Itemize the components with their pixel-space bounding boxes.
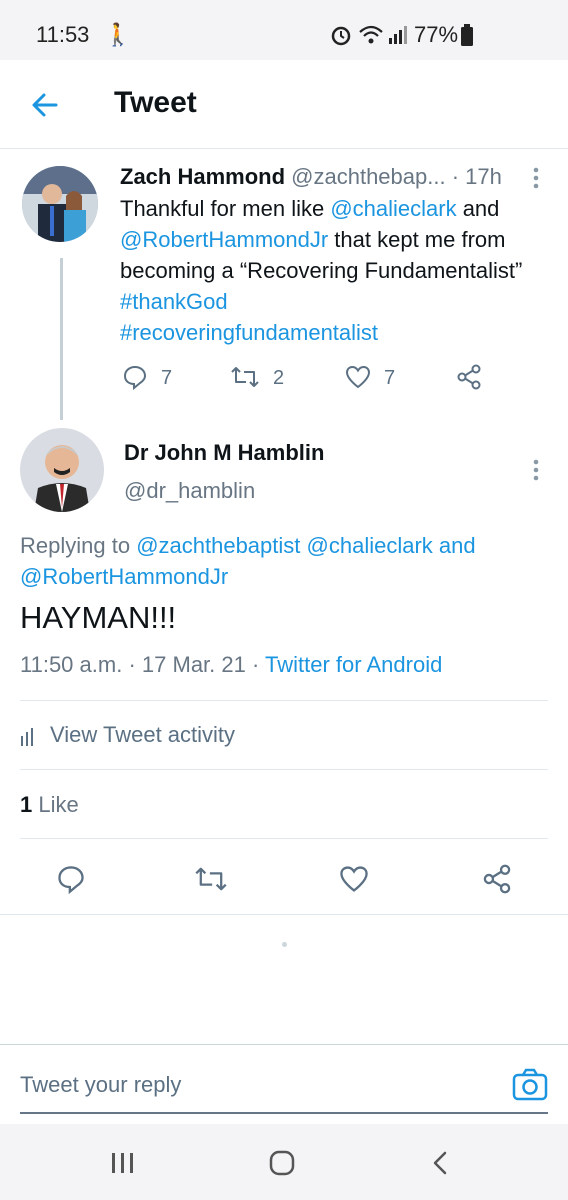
separator: ·: [128, 652, 136, 677]
loading-dot: [282, 942, 287, 947]
page-title: Tweet: [114, 86, 197, 119]
share-button[interactable]: [482, 864, 512, 899]
author-handle[interactable]: @zachthebap...: [291, 164, 445, 189]
battery-icon: [460, 24, 474, 51]
alarm-icon: [330, 24, 352, 51]
likes-label: Like: [38, 792, 79, 817]
back-arrow-icon[interactable]: [30, 90, 60, 120]
share-button[interactable]: [456, 364, 482, 395]
heart-icon: [345, 365, 371, 389]
thread-line: [60, 258, 63, 420]
separator: ·: [451, 164, 460, 189]
hashtag-link[interactable]: #recoveringfundamentalist: [120, 320, 378, 345]
reply-button[interactable]: [56, 864, 86, 899]
mention-link[interactable]: @chalieclark: [307, 533, 433, 558]
replying-label: Replying to: [20, 533, 137, 558]
text-segment: and: [456, 196, 500, 221]
share-icon: [457, 364, 481, 390]
tweet-time: 17h: [465, 164, 502, 189]
tweet-text: Thankful for men like @chalieclark and @…: [120, 193, 540, 348]
mention-link[interactable]: @chalieclark: [330, 196, 456, 221]
more-options-icon[interactable]: [530, 166, 542, 195]
author-name[interactable]: Zach Hammond: [120, 164, 285, 189]
camera-icon[interactable]: [512, 1068, 548, 1107]
mention-link[interactable]: @zachthebaptist: [136, 533, 300, 558]
tweet-timestamp: 11:50 a.m. · 17 Mar. 21 · Twitter for An…: [20, 652, 442, 678]
divider: [20, 700, 548, 701]
mention-link[interactable]: @RobertHammondJr: [20, 564, 228, 589]
recent-apps-icon[interactable]: [110, 1150, 136, 1181]
analytics-icon: [21, 728, 33, 746]
view-activity-button[interactable]: View Tweet activity: [20, 722, 548, 752]
retweet-icon: [195, 867, 227, 891]
timestamp-time: 11:50 a.m.: [20, 652, 123, 677]
like-button[interactable]: [338, 864, 370, 899]
home-icon[interactable]: [268, 1150, 296, 1181]
more-options-icon[interactable]: [530, 458, 542, 487]
like-button[interactable]: [344, 364, 372, 395]
timestamp-date: 17 Mar. 21: [141, 652, 246, 677]
retweet-button[interactable]: [230, 364, 260, 395]
reply-icon: [58, 866, 84, 895]
likes-summary[interactable]: 1 Like: [20, 792, 79, 818]
avatar[interactable]: [20, 428, 104, 512]
wifi-icon: [358, 24, 384, 51]
walking-icon: 🚶: [104, 22, 132, 47]
reply-underline: [20, 1112, 548, 1114]
divider: [20, 769, 548, 770]
replying-to: Replying to @zachthebaptist @chalieclark…: [20, 530, 550, 592]
retweet-count: 2: [273, 367, 285, 389]
retweet-icon: [231, 367, 259, 387]
separator: ·: [251, 652, 260, 677]
reply-input[interactable]: Tweet your reply: [20, 1072, 480, 1098]
like-count: 7: [384, 367, 396, 389]
divider: [0, 1044, 568, 1045]
likes-count: 1: [20, 792, 33, 817]
text-segment: Thankful for men like: [120, 196, 331, 221]
mention-link[interactable]: @RobertHammondJr: [120, 227, 328, 252]
status-time: 11:53: [36, 22, 90, 47]
heart-icon: [340, 866, 368, 892]
reply-count: 7: [161, 367, 173, 389]
signal-icon: [388, 24, 408, 51]
battery-percent: 77%: [414, 22, 459, 47]
avatar[interactable]: [22, 166, 98, 242]
reply-button[interactable]: [122, 364, 148, 395]
author-name[interactable]: Dr John M Hamblin: [124, 440, 324, 466]
retweet-button[interactable]: [194, 864, 228, 899]
author-handle[interactable]: @dr_hamblin: [124, 478, 255, 504]
tweet-text: HAYMAN!!!: [20, 600, 177, 635]
replying-and: and: [432, 533, 476, 558]
tweet-source-link[interactable]: Twitter for Android: [265, 652, 442, 677]
share-icon: [483, 864, 511, 894]
divider: [0, 914, 568, 915]
back-icon[interactable]: [430, 1150, 450, 1181]
reply-icon: [123, 365, 147, 391]
view-activity-label: View Tweet activity: [50, 722, 236, 747]
hashtag-link[interactable]: #thankGod: [120, 289, 228, 314]
app-header: [0, 60, 568, 149]
divider: [20, 838, 548, 839]
